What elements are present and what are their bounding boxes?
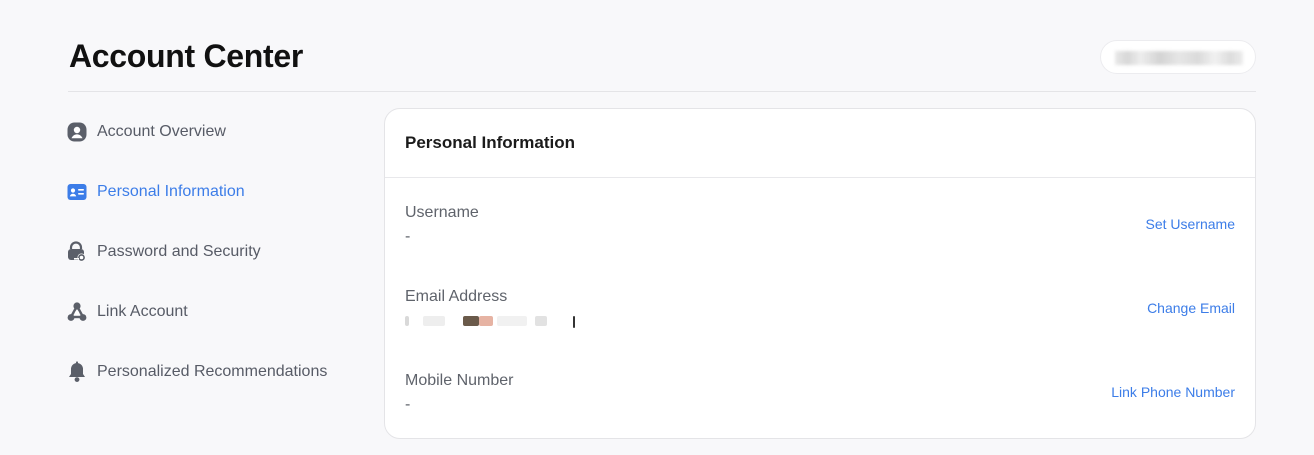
lock-key-icon bbox=[66, 241, 88, 263]
sidebar-item-personal-information[interactable]: Personal Information bbox=[66, 168, 366, 216]
set-username-link[interactable]: Set Username bbox=[1146, 216, 1235, 232]
email-row: Email Address Change Email bbox=[405, 288, 1235, 348]
card-header: Personal Information bbox=[385, 109, 1255, 178]
mobile-label: Mobile Number bbox=[405, 372, 514, 389]
username-label: Username bbox=[405, 204, 479, 221]
username-value: - bbox=[405, 228, 411, 245]
redacted-email-value bbox=[405, 316, 577, 328]
user-account-chip[interactable] bbox=[1100, 40, 1256, 74]
sidebar-item-password-security[interactable]: Password and Security bbox=[66, 228, 366, 276]
sidebar-item-label: Account Overview bbox=[97, 123, 226, 140]
personal-information-card: Personal Information Username - Set User… bbox=[384, 108, 1256, 439]
account-center-page: Account Center Account Overview Personal… bbox=[0, 0, 1314, 455]
page-title: Account Center bbox=[69, 38, 304, 74]
sidebar-item-account-overview[interactable]: Account Overview bbox=[66, 108, 366, 156]
user-circle-icon bbox=[66, 121, 88, 143]
card-title: Personal Information bbox=[405, 133, 576, 152]
mobile-row: Mobile Number - Link Phone Number bbox=[405, 372, 1235, 432]
id-card-icon bbox=[66, 181, 88, 203]
sidebar-item-label: Password and Security bbox=[97, 243, 261, 260]
link-phone-number-link[interactable]: Link Phone Number bbox=[1111, 384, 1235, 400]
change-email-link[interactable]: Change Email bbox=[1147, 300, 1235, 316]
sidebar-item-personalized-recommendations[interactable]: Personalized Recommendations bbox=[66, 348, 366, 396]
link-nodes-icon bbox=[66, 301, 88, 323]
sidebar-item-label: Personal Information bbox=[97, 183, 245, 200]
sidebar: Account Overview Personal Information Pa… bbox=[66, 108, 366, 396]
mobile-value: - bbox=[405, 396, 411, 413]
sidebar-item-label: Personalized Recommendations bbox=[97, 363, 328, 380]
page-header: Account Center bbox=[68, 34, 1256, 92]
sidebar-item-link-account[interactable]: Link Account bbox=[66, 288, 366, 336]
bell-icon bbox=[66, 361, 88, 383]
redacted-username bbox=[1115, 51, 1243, 65]
sidebar-item-label: Link Account bbox=[97, 303, 188, 320]
username-row: Username - Set Username bbox=[405, 204, 1235, 264]
email-label: Email Address bbox=[405, 288, 508, 305]
